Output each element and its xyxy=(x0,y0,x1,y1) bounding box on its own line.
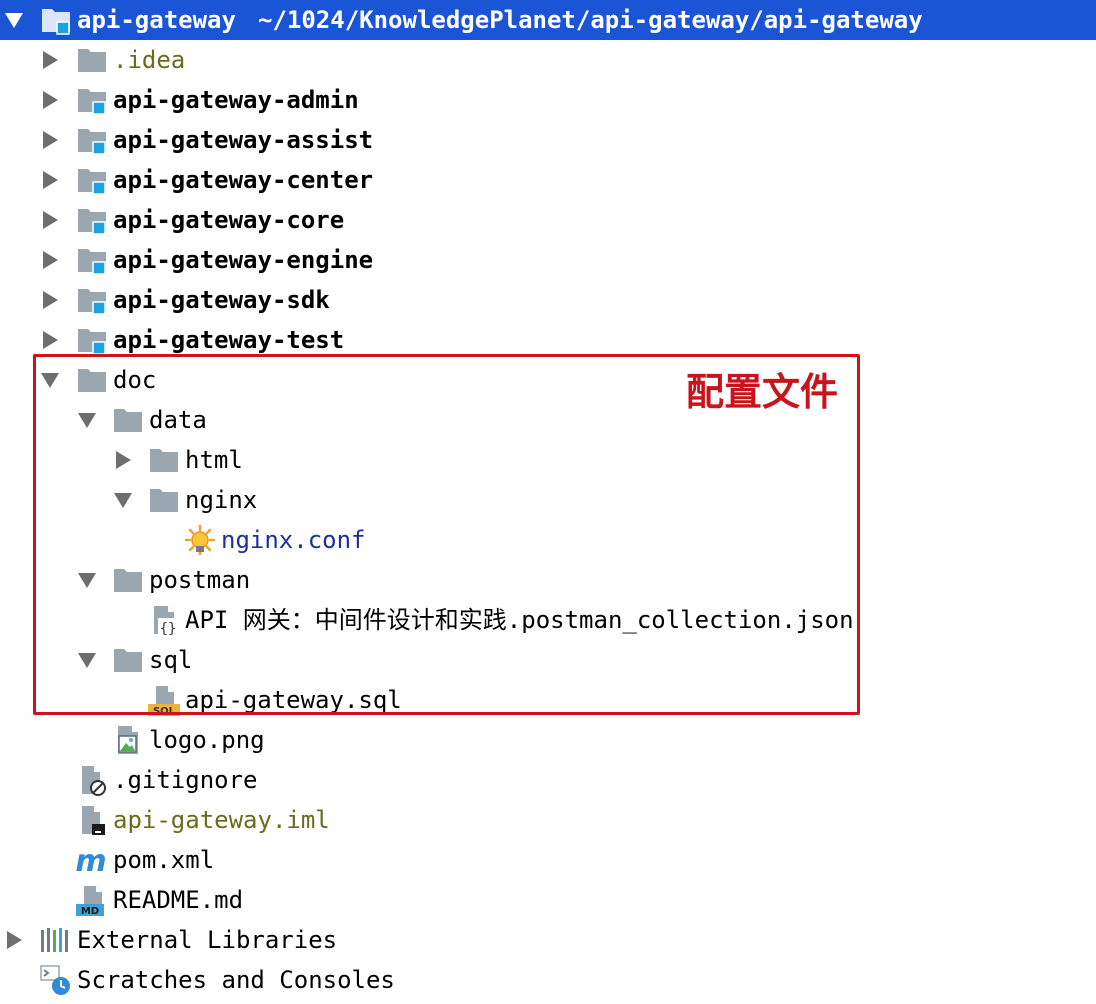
image-file-icon xyxy=(118,726,138,754)
module-folder-icon xyxy=(78,209,106,235)
tree-item-label: External Libraries xyxy=(77,926,338,954)
tree-row-iml[interactable]: api-gateway.iml xyxy=(0,800,1096,840)
module-folder-icon xyxy=(42,9,70,35)
chevron-right-icon[interactable] xyxy=(40,170,60,190)
chevron-right-icon[interactable] xyxy=(40,330,60,350)
tree-item-label: api-gateway-engine xyxy=(113,246,374,274)
tree-row-api-gateway-assist[interactable]: api-gateway-assist xyxy=(0,120,1096,160)
tree-row-logo-png[interactable]: logo.png xyxy=(0,720,1096,760)
chevron-down-icon[interactable] xyxy=(4,10,24,30)
module-folder-icon xyxy=(78,249,106,275)
tree-row-api-gateway-core[interactable]: api-gateway-core xyxy=(0,200,1096,240)
tree-row-idea[interactable]: .idea xyxy=(0,40,1096,80)
module-folder-icon xyxy=(78,169,106,195)
tree-item-label: .gitignore xyxy=(113,766,258,794)
module-folder-icon xyxy=(78,329,106,355)
tree-row-api-gateway-sdk[interactable]: api-gateway-sdk xyxy=(0,280,1096,320)
markdown-file-icon: MD xyxy=(76,886,104,916)
chevron-right-icon[interactable] xyxy=(40,90,60,110)
md-badge-text: MD xyxy=(81,906,99,916)
root-path: ~/1024/KnowledgePlanet/api-gateway/api-g… xyxy=(258,6,923,34)
tree-item-label: api-gateway-assist xyxy=(113,126,374,154)
tree-item-label: logo.png xyxy=(149,726,265,754)
tree-row-scratches[interactable]: Scratches and Consoles xyxy=(0,960,1096,1000)
tree-item-label: pom.xml xyxy=(113,846,215,874)
tree-row-api-gateway-admin[interactable]: api-gateway-admin xyxy=(0,80,1096,120)
chevron-right-icon[interactable] xyxy=(40,50,60,70)
chevron-right-icon[interactable] xyxy=(40,250,60,270)
libraries-icon xyxy=(41,928,68,952)
module-folder-icon xyxy=(78,289,106,315)
tree-row-readme[interactable]: MD README.md xyxy=(0,880,1096,920)
tree-row-root[interactable]: api-gateway ~/1024/KnowledgePlanet/api-g… xyxy=(0,0,1096,40)
tree-item-label: api-gateway.iml xyxy=(113,806,330,834)
chevron-right-icon[interactable] xyxy=(40,210,60,230)
tree-item-label: Scratches and Consoles xyxy=(77,966,395,994)
maven-glyph: m xyxy=(76,844,107,876)
iml-file-icon xyxy=(82,806,105,835)
chevron-right-icon[interactable] xyxy=(40,130,60,150)
tree-item-label: api-gateway-sdk xyxy=(113,286,330,314)
tree-item-label: api-gateway-core xyxy=(113,206,345,234)
tree-item-label: api-gateway-center xyxy=(113,166,374,194)
tree-item-label: api-gateway-admin xyxy=(113,86,359,114)
module-folder-icon xyxy=(78,89,106,115)
tree-item-label: README.md xyxy=(113,886,244,914)
annotation-label: 配置文件 xyxy=(686,370,839,414)
chevron-right-icon[interactable] xyxy=(4,930,24,950)
tree-row-pom-xml[interactable]: m pom.xml xyxy=(0,840,1096,880)
tree-row-api-gateway-engine[interactable]: api-gateway-engine xyxy=(0,240,1096,280)
maven-icon: m xyxy=(76,844,107,876)
tree-row-gitignore[interactable]: .gitignore xyxy=(0,760,1096,800)
module-folder-icon xyxy=(78,129,106,155)
tree-row-api-gateway-center[interactable]: api-gateway-center xyxy=(0,160,1096,200)
chevron-right-icon[interactable] xyxy=(40,290,60,310)
ignore-file-icon xyxy=(82,766,106,796)
tree-row-external-libraries[interactable]: External Libraries xyxy=(0,920,1096,960)
folder-icon xyxy=(78,49,106,72)
tree-item-label: .idea xyxy=(113,46,186,74)
root-name: api-gateway xyxy=(77,6,236,34)
scratches-icon xyxy=(40,965,70,995)
